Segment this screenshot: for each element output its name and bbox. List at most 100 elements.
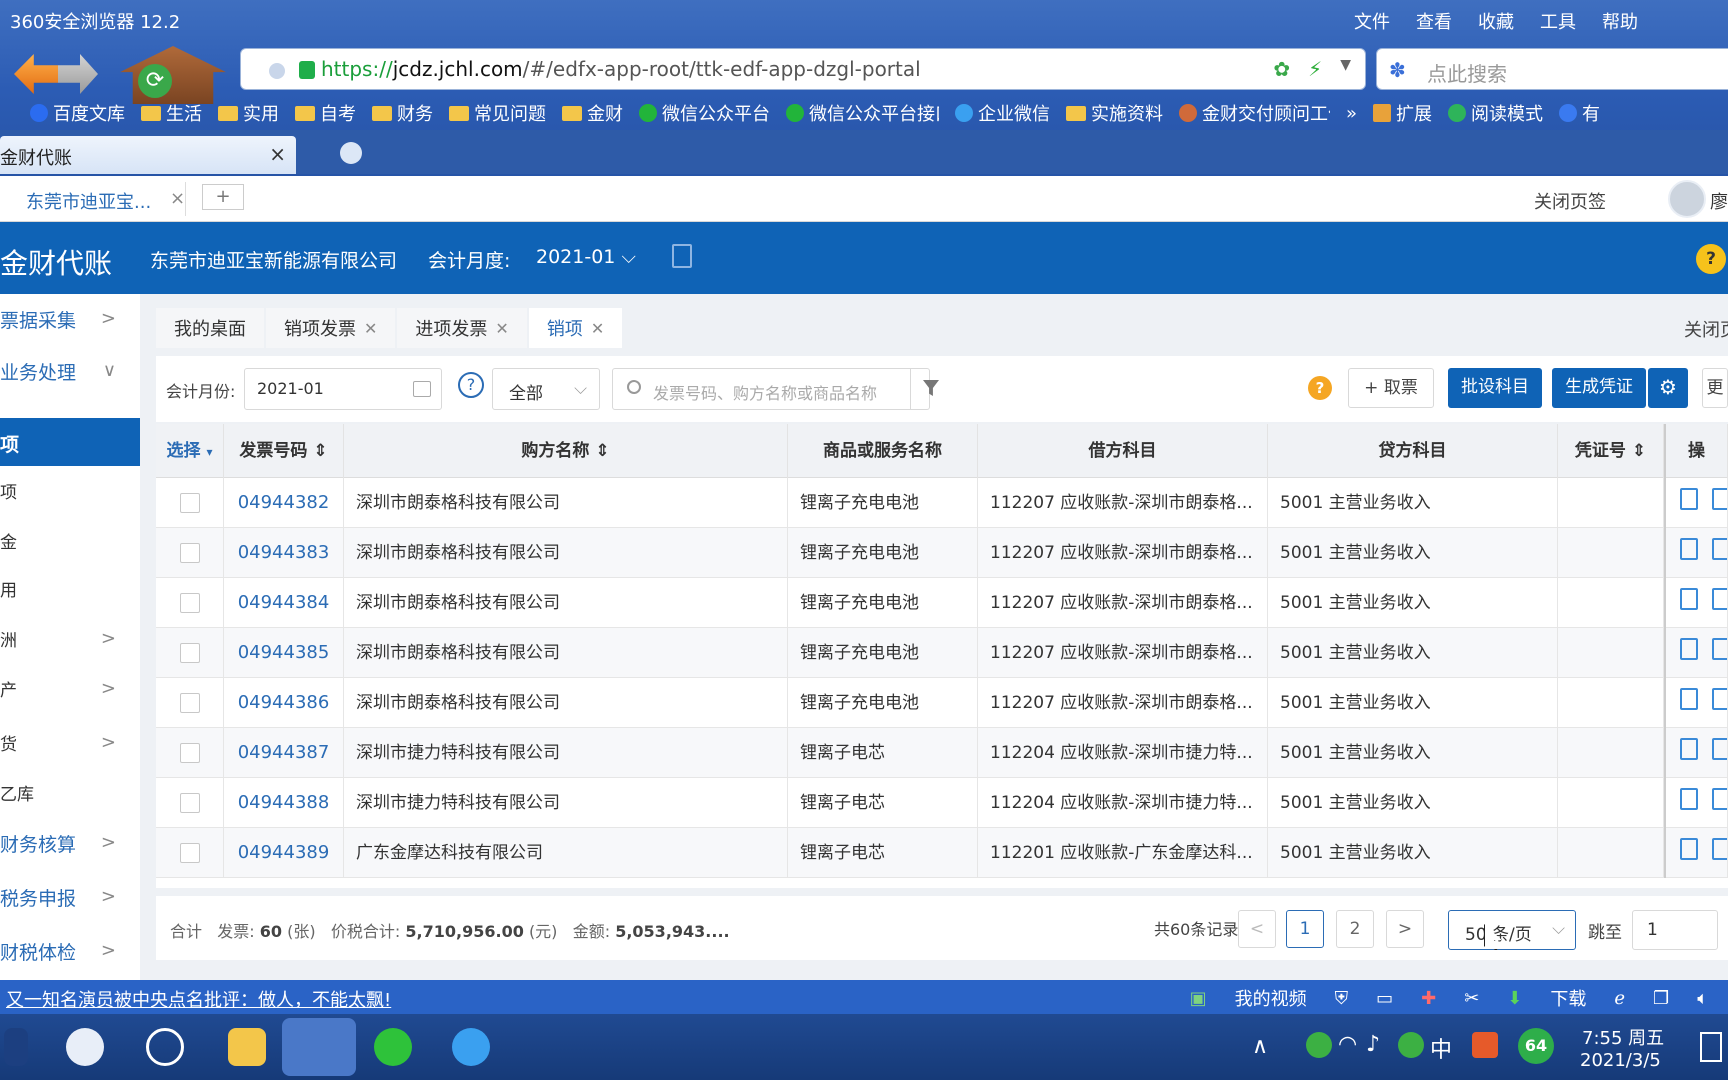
sidebar-item-receipts[interactable]: 票据采集 >: [0, 294, 140, 344]
shield-icon[interactable]: ⛨: [1335, 988, 1349, 1009]
invoice-number-link[interactable]: 04944385: [224, 628, 344, 678]
tab-sales-invoice[interactable]: 销项发票 ✕: [266, 308, 396, 348]
sidebar-item-sales-active[interactable]: 项: [0, 418, 140, 466]
forward-arrow-icon[interactable]: [58, 54, 98, 94]
bookmark-folder[interactable]: 金财: [562, 100, 623, 126]
next-page-button[interactable]: >: [1386, 910, 1424, 948]
question-icon[interactable]: ?: [458, 372, 484, 398]
invoice-number-link[interactable]: 04944384: [224, 578, 344, 628]
delete-icon[interactable]: [1712, 638, 1727, 660]
wifi-icon[interactable]: ◠: [1338, 1032, 1357, 1057]
delete-icon[interactable]: [1712, 588, 1727, 610]
row-checkbox[interactable]: [180, 493, 200, 513]
edit-icon[interactable]: [1680, 688, 1698, 710]
take-invoice-button[interactable]: + 取票: [1348, 368, 1434, 408]
sidebar-item-salary[interactable]: 洲 >: [0, 614, 140, 664]
gear-icon[interactable]: ⚙: [1648, 368, 1688, 408]
bookmark-folder[interactable]: 自考: [295, 100, 356, 126]
row-checkbox[interactable]: [180, 793, 200, 813]
prev-page-button[interactable]: <: [1238, 910, 1276, 948]
sub-tab[interactable]: 东莞市迪亚宝... ×: [0, 182, 186, 216]
qq-browser-icon[interactable]: [452, 1028, 490, 1066]
edit-icon[interactable]: [1680, 638, 1698, 660]
more-bookmarks-icon[interactable]: »: [1346, 103, 1357, 124]
bookmark-item[interactable]: 金财交付顾问工作: [1179, 100, 1330, 126]
window-icon[interactable]: ❐: [1653, 988, 1669, 1009]
page-1-button[interactable]: 1: [1286, 910, 1324, 948]
folder-icon[interactable]: [228, 1028, 266, 1066]
month-picker[interactable]: 2021-01: [244, 368, 442, 410]
bookmark-folder[interactable]: 常见问题: [449, 100, 546, 126]
delete-icon[interactable]: [1712, 838, 1727, 860]
menu-view[interactable]: 查看: [1416, 8, 1452, 34]
home-icon[interactable]: [120, 46, 226, 104]
volume-icon[interactable]: ♪: [1366, 1032, 1380, 1057]
bookmark-item[interactable]: 阅读模式: [1448, 100, 1543, 126]
refresh-icon[interactable]: ⟳: [138, 64, 172, 98]
chevron-down-icon[interactable]: ▼: [1340, 57, 1351, 81]
download-label[interactable]: 下载: [1550, 985, 1586, 1011]
address-bar[interactable]: https://jcdz.jchl.com/#/edfx-app-root/tt…: [240, 48, 1366, 90]
edit-icon[interactable]: [1680, 788, 1698, 810]
row-checkbox[interactable]: [180, 843, 200, 863]
document-icon[interactable]: [672, 244, 692, 268]
tab-purchase-invoice[interactable]: 进项发票 ✕: [397, 308, 527, 348]
sidebar-item-business[interactable]: 业务处理 ∨: [0, 346, 140, 396]
edit-icon[interactable]: [1680, 838, 1698, 860]
invoice-number-link[interactable]: 04944389: [224, 828, 344, 878]
close-tabs-button[interactable]: 关闭页: [1684, 316, 1728, 342]
sidebar-item-expense[interactable]: 用: [0, 564, 140, 614]
edit-icon[interactable]: [1680, 488, 1698, 510]
invoice-number-link[interactable]: 04944388: [224, 778, 344, 828]
header-voucher[interactable]: 凭证号 ⇕: [1558, 424, 1664, 478]
close-icon[interactable]: ✕: [364, 319, 377, 338]
filter-button[interactable]: [910, 368, 950, 410]
sidebar-item-accounting[interactable]: 财务核算 >: [0, 818, 140, 868]
lightning-icon[interactable]: ⚡: [1308, 57, 1322, 81]
invoice-number-link[interactable]: 04944383: [224, 528, 344, 578]
period-selector[interactable]: 2021-01 ⌵: [536, 246, 636, 268]
delete-icon[interactable]: [1712, 788, 1727, 810]
status-select[interactable]: 全部 ⌵: [492, 368, 600, 410]
bookmark-folder[interactable]: 生活: [141, 100, 202, 126]
close-page-button[interactable]: 关闭页签: [1534, 188, 1606, 214]
invoice-number-link[interactable]: 04944386: [224, 678, 344, 728]
sidebar-item-tax[interactable]: 税务申报 >: [0, 872, 140, 922]
delete-icon[interactable]: [1712, 488, 1727, 510]
batch-set-account-button[interactable]: 批设科目: [1448, 368, 1542, 408]
close-icon[interactable]: ×: [269, 142, 286, 166]
browser-tab[interactable]: 金财代账 ×: [0, 136, 296, 174]
download-icon[interactable]: ⬇: [1507, 988, 1522, 1009]
add-tab-button[interactable]: +: [202, 184, 244, 210]
edit-icon[interactable]: [1680, 588, 1698, 610]
close-icon[interactable]: ✕: [495, 319, 508, 338]
site-info-icon[interactable]: [269, 63, 285, 79]
bookmark-item[interactable]: 微信公众平台: [639, 100, 770, 126]
menu-file[interactable]: 文件: [1354, 8, 1390, 34]
badge-icon[interactable]: 64: [1518, 1028, 1554, 1064]
row-checkbox[interactable]: [180, 643, 200, 663]
baidu-paw-icon[interactable]: ✽: [1389, 58, 1415, 82]
header-select[interactable]: 选择 ▾: [156, 424, 224, 478]
bookmark-item[interactable]: 百度文库: [30, 100, 125, 126]
jump-page-input[interactable]: 1: [1632, 910, 1718, 950]
browser-search[interactable]: ✽ 点此搜索: [1376, 48, 1728, 90]
sidebar-item-fund[interactable]: 金: [0, 516, 140, 566]
bookmark-item[interactable]: 微信公众平台接口: [786, 100, 939, 126]
search-input[interactable]: 发票号码、购方名称或商品名称: [612, 368, 930, 410]
menu-tools[interactable]: 工具: [1540, 8, 1576, 34]
tab-sales[interactable]: 销项 ✕: [528, 308, 623, 348]
sidebar-item-inventory[interactable]: 货 >: [0, 718, 140, 768]
generate-voucher-button[interactable]: 生成凭证: [1552, 368, 1646, 408]
delete-icon[interactable]: [1712, 538, 1727, 560]
wechat-icon[interactable]: [374, 1028, 412, 1066]
video-icon[interactable]: ▣: [1190, 988, 1207, 1009]
header-buyer[interactable]: 购方名称 ⇕: [344, 424, 788, 478]
news-headline[interactable]: 又一知名演员被中央点名批评：做人，不能太飘!: [6, 986, 391, 1012]
menu-favorites[interactable]: 收藏: [1478, 8, 1514, 34]
menu-help[interactable]: 帮助: [1602, 8, 1638, 34]
notification-icon[interactable]: [1700, 1032, 1722, 1062]
delete-icon[interactable]: [1712, 738, 1727, 760]
medical-icon[interactable]: ✚: [1421, 988, 1436, 1009]
bookmark-folder[interactable]: 财务: [372, 100, 433, 126]
